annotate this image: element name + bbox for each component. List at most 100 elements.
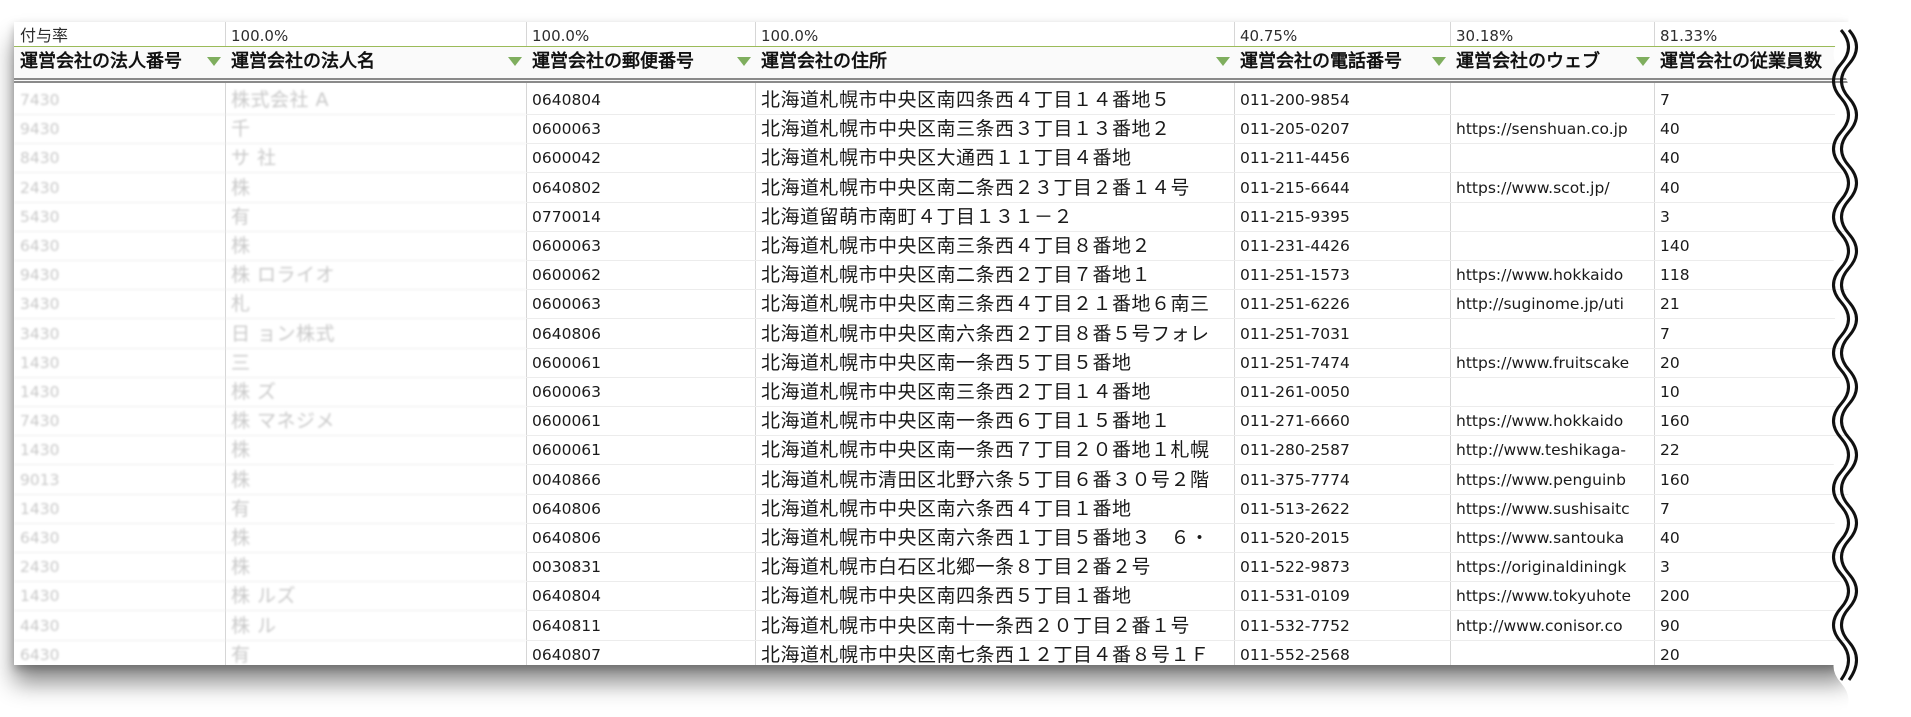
phone-cell[interactable]: 011-531-0109 [1234, 582, 1450, 612]
table-row[interactable]: 1430 株 0600061 北海道札幌市中央区南一条西７丁目２０番地１札幌 011-2… [14, 436, 1849, 466]
address-cell[interactable]: 北海道札幌市中央区南二条西２３丁目２番１４号 [755, 174, 1234, 203]
corp-name-cell[interactable]: 日 ョン株式 [225, 320, 526, 349]
table-row[interactable]: 8430 サ 社 0600042 北海道札幌市中央区大通西１１丁目４番地 011-211… [14, 144, 1849, 174]
corp-name-cell[interactable]: 株 [225, 436, 526, 466]
address-cell[interactable]: 北海道札幌市中央区南三条西４丁目２１番地６南三 [755, 290, 1234, 320]
address-cell[interactable]: 北海道札幌市中央区大通西１１丁目４番地 [755, 144, 1234, 174]
filter-dropdown-icon[interactable] [1636, 57, 1650, 66]
website-cell[interactable]: https://www.santouka [1450, 524, 1654, 553]
phone-cell[interactable]: 011-532-7752 [1234, 612, 1450, 641]
corp-name-cell[interactable]: 株 ロライオ [225, 261, 526, 291]
corp-number-cell[interactable]: 1430 [14, 349, 225, 378]
corp-name-cell[interactable]: 株 [225, 232, 526, 261]
table-row[interactable]: 9430 千 0600063 北海道札幌市中央区南三条西３丁目１３番地２ 011-205… [14, 115, 1849, 145]
table-row[interactable]: 1430 有 0640806 北海道札幌市中央区南六条西４丁目１番地 011-513-2… [14, 495, 1849, 524]
website-cell[interactable]: http://www.teshikaga- [1450, 436, 1654, 466]
column-header[interactable]: 運営会社の法人番号 [14, 47, 225, 78]
postal-code-cell[interactable]: 0640811 [526, 612, 755, 641]
corp-number-cell[interactable]: 5430 [14, 203, 225, 232]
postal-code-cell[interactable]: 0640804 [526, 582, 755, 612]
phone-cell[interactable]: 011-211-4456 [1234, 144, 1450, 174]
column-header[interactable]: 運営会社の住所 [755, 47, 1234, 78]
phone-cell[interactable]: 011-520-2015 [1234, 524, 1450, 553]
phone-cell[interactable]: 011-200-9854 [1234, 86, 1450, 115]
address-cell[interactable]: 北海道札幌市中央区南一条西７丁目２０番地１札幌 [755, 436, 1234, 466]
address-cell[interactable]: 北海道札幌市中央区南二条西２丁目７番地１ [755, 261, 1234, 291]
postal-code-cell[interactable]: 0640804 [526, 86, 755, 115]
postal-code-cell[interactable]: 0600042 [526, 144, 755, 174]
corp-name-cell[interactable]: サ 社 [225, 144, 526, 174]
column-header[interactable]: 運営会社の郵便番号 [526, 47, 755, 78]
address-cell[interactable]: 北海道札幌市中央区南六条西２丁目８番５号フォレ [755, 320, 1234, 349]
table-row[interactable]: 3430 日 ョン株式 0640806 北海道札幌市中央区南六条西２丁目８番５号フォレ… [14, 320, 1849, 349]
corp-name-cell[interactable]: 株 [225, 466, 526, 495]
website-cell[interactable] [1450, 203, 1654, 232]
website-cell[interactable] [1450, 144, 1654, 174]
phone-cell[interactable]: 011-375-7774 [1234, 466, 1450, 495]
corp-number-cell[interactable]: 7430 [14, 407, 225, 437]
address-cell[interactable]: 北海道札幌市清田区北野六条５丁目６番３０号２階 [755, 466, 1234, 495]
phone-cell[interactable]: 011-251-7474 [1234, 349, 1450, 378]
phone-cell[interactable]: 011-513-2622 [1234, 495, 1450, 524]
address-cell[interactable]: 北海道留萌市南町４丁目１３１－２ [755, 203, 1234, 232]
corp-name-cell[interactable]: 有 [225, 203, 526, 232]
phone-cell[interactable]: 011-205-0207 [1234, 115, 1450, 145]
phone-cell[interactable]: 011-552-2568 [1234, 641, 1450, 665]
corp-name-cell[interactable]: 札 [225, 290, 526, 320]
corp-number-cell[interactable]: 4430 [14, 612, 225, 641]
corp-number-cell[interactable]: 7430 [14, 86, 225, 115]
website-cell[interactable]: https://www.fruitscake [1450, 349, 1654, 378]
postal-code-cell[interactable]: 0600063 [526, 378, 755, 407]
website-cell[interactable] [1450, 378, 1654, 407]
phone-cell[interactable]: 011-215-9395 [1234, 203, 1450, 232]
corp-name-cell[interactable]: 有 [225, 495, 526, 524]
table-row[interactable]: 5430 有 0770014 北海道留萌市南町４丁目１３１－２ 011-215-9395… [14, 203, 1849, 232]
table-row[interactable]: 2430 株 0640802 北海道札幌市中央区南二条西２３丁目２番１４号 011-21… [14, 174, 1849, 203]
postal-code-cell[interactable]: 0600063 [526, 115, 755, 145]
address-cell[interactable]: 北海道札幌市中央区南四条西４丁目１４番地５ [755, 86, 1234, 115]
postal-code-cell[interactable]: 0640806 [526, 320, 755, 349]
postal-code-cell[interactable]: 0640807 [526, 641, 755, 665]
filter-dropdown-icon[interactable] [207, 57, 221, 66]
corp-number-cell[interactable]: 8430 [14, 144, 225, 174]
corp-number-cell[interactable]: 1430 [14, 495, 225, 524]
address-cell[interactable]: 北海道札幌市白石区北郷一条８丁目２番２号 [755, 553, 1234, 583]
postal-code-cell[interactable]: 0600061 [526, 407, 755, 437]
corp-number-cell[interactable]: 1430 [14, 436, 225, 466]
address-cell[interactable]: 北海道札幌市中央区南一条西５丁目５番地 [755, 349, 1234, 378]
corp-number-cell[interactable]: 9430 [14, 115, 225, 145]
address-cell[interactable]: 北海道札幌市中央区南一条西６丁目１５番地１ [755, 407, 1234, 437]
column-header[interactable]: 運営会社のウェブ [1450, 47, 1654, 78]
address-cell[interactable]: 北海道札幌市中央区南十一条西２０丁目２番１号 [755, 612, 1234, 641]
table-row[interactable]: 2430 株 0030831 北海道札幌市白石区北郷一条８丁目２番２号 011-522-… [14, 553, 1849, 583]
corp-name-cell[interactable]: 株 [225, 174, 526, 203]
website-cell[interactable] [1450, 86, 1654, 115]
website-cell[interactable]: https://www.tokyuhote [1450, 582, 1654, 612]
postal-code-cell[interactable]: 0770014 [526, 203, 755, 232]
corp-number-cell[interactable]: 1430 [14, 582, 225, 612]
filter-dropdown-icon[interactable] [1432, 57, 1446, 66]
phone-cell[interactable]: 011-251-6226 [1234, 290, 1450, 320]
corp-name-cell[interactable]: 株 マネジメ [225, 407, 526, 437]
address-cell[interactable]: 北海道札幌市中央区南三条西３丁目１３番地２ [755, 115, 1234, 145]
phone-cell[interactable]: 011-251-7031 [1234, 320, 1450, 349]
corp-number-cell[interactable]: 9430 [14, 261, 225, 291]
phone-cell[interactable]: 011-280-2587 [1234, 436, 1450, 466]
website-cell[interactable]: http://suginome.jp/uti [1450, 290, 1654, 320]
table-row[interactable]: 6430 株 0600063 北海道札幌市中央区南三条西４丁目８番地２ 011-231-… [14, 232, 1849, 261]
table-row[interactable]: 9430 株 ロライオ 0600062 北海道札幌市中央区南二条西２丁目７番地１ 011… [14, 261, 1849, 291]
postal-code-cell[interactable]: 0600061 [526, 349, 755, 378]
phone-cell[interactable]: 011-271-6660 [1234, 407, 1450, 437]
table-row[interactable]: 1430 三 0600061 北海道札幌市中央区南一条西５丁目５番地 011-251-7… [14, 349, 1849, 378]
corp-name-cell[interactable]: 株 ルズ [225, 582, 526, 612]
table-row[interactable]: 3430 札 0600063 北海道札幌市中央区南三条西４丁目２１番地６南三 011-2… [14, 290, 1849, 320]
corp-number-cell[interactable]: 2430 [14, 553, 225, 583]
website-cell[interactable]: https://www.scot.jp/ [1450, 174, 1654, 203]
corp-name-cell[interactable]: 株 [225, 524, 526, 553]
corp-name-cell[interactable]: 株 ズ [225, 378, 526, 407]
postal-code-cell[interactable]: 0640806 [526, 524, 755, 553]
table-row[interactable]: 7430 株式会社 A 0640804 北海道札幌市中央区南四条西４丁目１４番地５ 01… [14, 86, 1849, 115]
corp-number-cell[interactable]: 9013 [14, 466, 225, 495]
postal-code-cell[interactable]: 0030831 [526, 553, 755, 583]
filter-dropdown-icon[interactable] [1216, 57, 1230, 66]
